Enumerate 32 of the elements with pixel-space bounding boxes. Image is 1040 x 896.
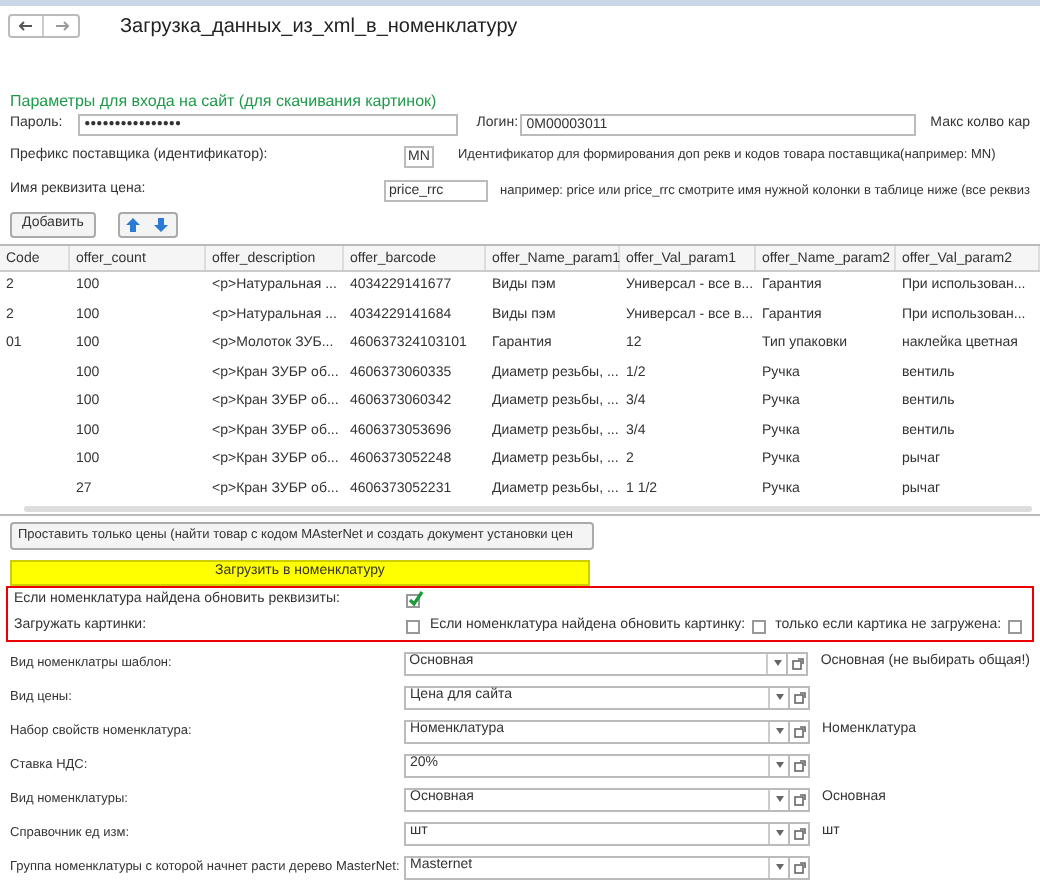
open-window-icon xyxy=(793,759,805,771)
open-button[interactable] xyxy=(790,821,810,845)
down-arrow-icon xyxy=(154,217,169,231)
open-button[interactable] xyxy=(790,753,810,777)
checkbox[interactable] xyxy=(751,620,766,634)
dropdown-caret-icon[interactable] xyxy=(775,762,783,768)
window-title: Загрузка_данных_из_xml_в_номенклатуру xyxy=(120,13,518,41)
open-button[interactable] xyxy=(790,855,810,879)
scrollbar[interactable] xyxy=(24,506,1032,512)
open-window-icon xyxy=(791,657,804,669)
open-window-icon xyxy=(793,861,805,873)
dropdown-caret-icon[interactable] xyxy=(775,728,783,734)
open-window-icon xyxy=(793,691,805,703)
open-button[interactable] xyxy=(790,719,810,743)
dropdown-caret-icon[interactable] xyxy=(775,694,783,700)
left-arrow-icon xyxy=(18,20,34,32)
checkbox[interactable] xyxy=(406,620,420,634)
dropdown-caret-icon[interactable] xyxy=(775,830,783,836)
open-button[interactable] xyxy=(788,651,809,675)
open-button[interactable] xyxy=(790,787,810,811)
up-arrow-icon xyxy=(126,217,141,231)
dropdown-caret-icon[interactable] xyxy=(773,660,782,666)
open-window-icon xyxy=(793,793,805,805)
open-window-icon xyxy=(793,827,805,839)
dropdown-caret-icon[interactable] xyxy=(775,796,783,802)
checkbox[interactable] xyxy=(1007,620,1022,634)
checkbox[interactable] xyxy=(406,594,420,608)
right-arrow-icon xyxy=(53,20,69,32)
open-window-icon xyxy=(793,725,805,737)
open-button[interactable] xyxy=(790,685,810,709)
section-heading: Параметры для входа на сайт (для скачивания картинок) xyxy=(8,90,439,112)
dropdown-caret-icon[interactable] xyxy=(775,864,783,870)
